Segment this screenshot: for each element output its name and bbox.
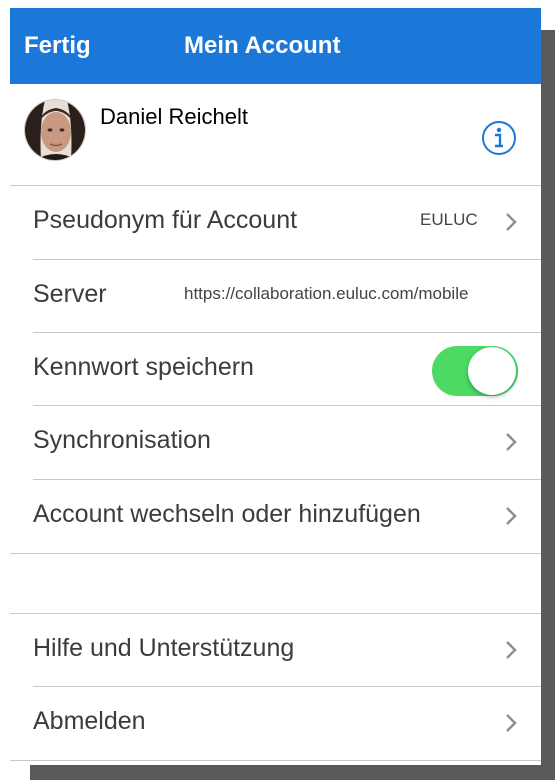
divider	[10, 760, 541, 761]
window-shadow-bottom	[30, 765, 555, 780]
row-synchronization[interactable]: Synchronisation	[10, 406, 541, 479]
avatar	[24, 99, 86, 161]
row-save-password: Kennwort speichern	[10, 333, 541, 406]
navigation-bar: Fertig Mein Account	[10, 8, 541, 84]
chevron-right-icon	[506, 507, 517, 525]
chevron-right-icon	[506, 213, 517, 231]
profile-header: Daniel Reichelt	[10, 84, 541, 185]
avatar-photo-icon	[25, 100, 85, 160]
row-switch-account[interactable]: Account wechseln oder hinzufügen	[10, 480, 541, 553]
row-label: Synchronisation	[33, 426, 211, 454]
info-icon[interactable]	[481, 120, 517, 156]
chevron-right-icon	[506, 641, 517, 659]
row-server[interactable]: Server https://collaboration.euluc.com/m…	[10, 260, 541, 333]
chevron-right-icon	[506, 433, 517, 451]
row-label: Server	[33, 280, 107, 308]
section-gap	[10, 554, 541, 613]
row-label: Abmelden	[33, 707, 146, 735]
server-url: https://collaboration.euluc.com/mobile	[184, 284, 469, 303]
row-label: Kennwort speichern	[33, 353, 254, 381]
save-password-toggle[interactable]	[432, 346, 518, 396]
page-title: Mein Account	[184, 32, 341, 59]
account-screen: Fertig Mein Account Daniel Reichelt Pseu…	[10, 8, 541, 765]
chevron-right-icon	[506, 714, 517, 732]
done-button[interactable]: Fertig	[24, 32, 91, 60]
profile-name: Daniel Reichelt	[100, 104, 248, 129]
row-help[interactable]: Hilfe und Unterstützung	[10, 614, 541, 687]
row-label: Account wechseln oder hinzufügen	[33, 500, 421, 528]
toggle-knob	[468, 347, 516, 395]
row-label: Hilfe und Unterstützung	[33, 634, 295, 662]
row-label: Pseudonym für Account	[33, 206, 298, 234]
alias-value: EULUC	[420, 210, 478, 229]
row-logout[interactable]: Abmelden	[10, 687, 541, 760]
row-account-alias[interactable]: Pseudonym für Account EULUC	[10, 186, 541, 259]
